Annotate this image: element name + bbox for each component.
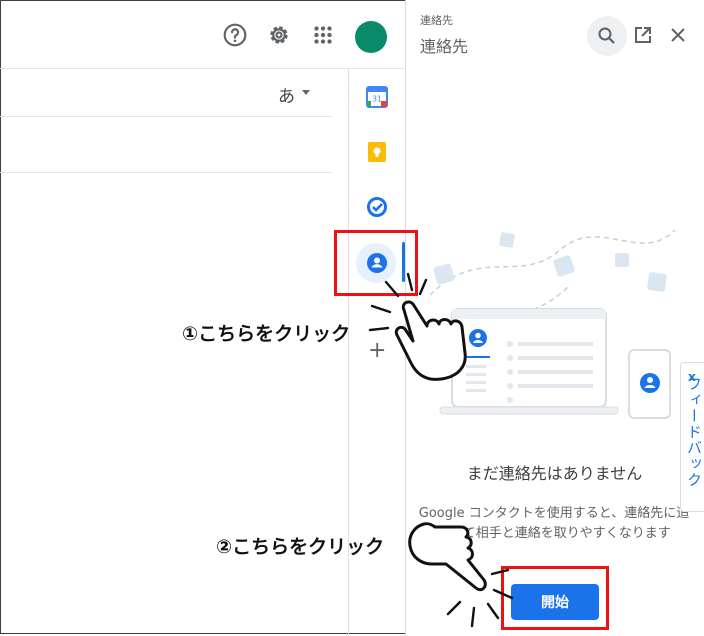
dropdown-arrow-icon[interactable] bbox=[302, 90, 310, 95]
open-new-window-icon[interactable] bbox=[634, 26, 652, 44]
close-icon[interactable] bbox=[671, 28, 685, 42]
panel-title: 連絡先 bbox=[420, 37, 469, 56]
feedback-label[interactable]: フィードバック bbox=[684, 376, 704, 488]
panel-breadcrumb: 連絡先 bbox=[420, 14, 453, 27]
divider bbox=[0, 172, 333, 173]
top-bar bbox=[0, 0, 405, 69]
search-icon bbox=[598, 27, 615, 44]
feedback-close-icon[interactable]: x bbox=[688, 370, 696, 384]
annotation-step2: ②こちらをクリック bbox=[216, 536, 385, 558]
pointing-hand-icon bbox=[368, 272, 467, 381]
divider bbox=[0, 116, 333, 117]
help-icon[interactable] bbox=[222, 22, 248, 48]
input-mode-indicator[interactable]: あ bbox=[278, 82, 295, 107]
settings-icon[interactable] bbox=[266, 22, 292, 48]
calendar-icon[interactable]: 31 bbox=[366, 86, 388, 108]
keep-icon[interactable] bbox=[366, 141, 388, 163]
annotation-step1: ①こちらをクリック bbox=[182, 323, 351, 345]
empty-state-title: まだ連絡先はありません bbox=[466, 464, 643, 483]
calendar-day: 31 bbox=[372, 95, 382, 104]
apps-grid-icon[interactable] bbox=[310, 22, 336, 48]
account-avatar[interactable] bbox=[355, 21, 387, 53]
pointing-hand-icon bbox=[408, 522, 514, 628]
tasks-icon[interactable] bbox=[366, 196, 388, 218]
